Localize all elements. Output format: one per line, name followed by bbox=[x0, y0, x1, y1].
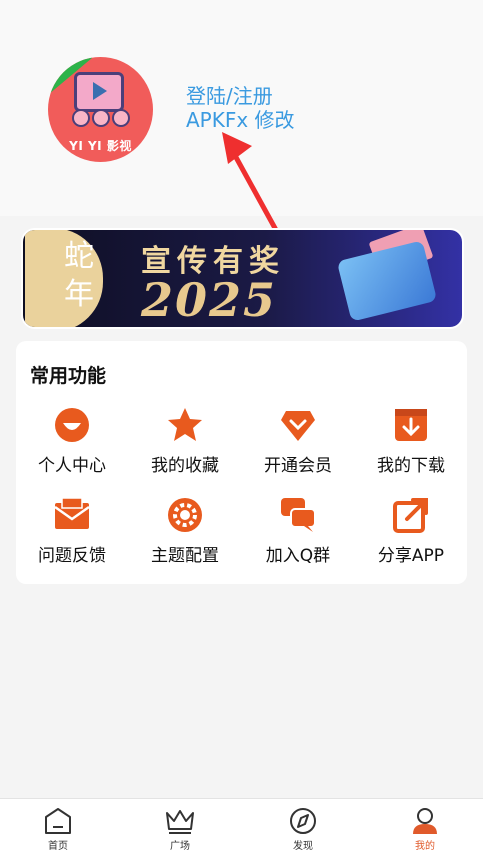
function-label: 我的收藏 bbox=[151, 456, 219, 476]
common-functions-panel: 常用功能 个人中心 我的收藏 开通会员 我的下载 问题反馈 主题配置 加入Q群 … bbox=[16, 341, 467, 584]
bank-card-icon bbox=[336, 240, 438, 322]
diamond-icon bbox=[281, 411, 315, 441]
banner-seal-text: 蛇年 bbox=[64, 239, 94, 312]
tab-label: 发现 bbox=[293, 841, 313, 850]
function-label: 主题配置 bbox=[151, 546, 219, 566]
home-icon bbox=[45, 808, 71, 834]
function-label: 个人中心 bbox=[38, 456, 106, 476]
promo-banner[interactable]: 蛇年 宣传有奖 2025 bbox=[21, 228, 464, 329]
share-icon bbox=[393, 498, 428, 533]
play-icon bbox=[93, 82, 107, 100]
chat-icon bbox=[281, 498, 316, 532]
tab-label: 广场 bbox=[170, 841, 190, 850]
download-icon bbox=[395, 409, 427, 441]
function-my-favorites[interactable]: 我的收藏 bbox=[129, 407, 241, 477]
function-share-app[interactable]: 分享APP bbox=[355, 497, 467, 567]
function-feedback[interactable]: 问题反馈 bbox=[16, 497, 128, 567]
avatar-brand-label: YI YI 影视 bbox=[69, 139, 132, 153]
tab-discover[interactable]: 发现 bbox=[253, 799, 353, 850]
function-theme-config[interactable]: 主题配置 bbox=[129, 497, 241, 567]
audience-icon bbox=[72, 109, 130, 135]
function-personal-center[interactable]: 个人中心 bbox=[16, 407, 128, 477]
tab-square[interactable]: 广场 bbox=[130, 799, 230, 850]
login-register-link[interactable]: 登陆/注册 bbox=[186, 84, 273, 108]
function-label: 开通会员 bbox=[264, 456, 332, 476]
star-icon bbox=[168, 408, 202, 441]
envelope-icon bbox=[54, 497, 90, 529]
tab-mine[interactable]: 我的 bbox=[375, 799, 475, 850]
crown-icon bbox=[166, 810, 194, 834]
function-my-downloads[interactable]: 我的下载 bbox=[355, 407, 467, 477]
function-label: 加入Q群 bbox=[265, 546, 331, 566]
username-label: APKFx 修改 bbox=[186, 108, 295, 132]
tab-home[interactable]: 首页 bbox=[8, 799, 108, 850]
function-label: 问题反馈 bbox=[38, 546, 106, 566]
function-label: 我的下载 bbox=[377, 456, 445, 476]
panel-title: 常用功能 bbox=[30, 365, 107, 387]
smile-icon bbox=[55, 408, 89, 442]
compass-icon bbox=[290, 808, 316, 834]
function-open-membership[interactable]: 开通会员 bbox=[242, 407, 354, 477]
tab-label: 我的 bbox=[415, 841, 435, 850]
avatar[interactable]: YI YI 影视 bbox=[48, 57, 153, 162]
bottom-tab-bar: 首页 广场 发现 我的 bbox=[0, 798, 483, 850]
function-join-q-group[interactable]: 加入Q群 bbox=[242, 497, 354, 567]
gear-icon bbox=[168, 498, 202, 532]
banner-year: 2025 bbox=[141, 273, 278, 327]
user-icon bbox=[413, 808, 437, 834]
tab-label: 首页 bbox=[48, 841, 68, 850]
function-label: 分享APP bbox=[377, 546, 445, 566]
